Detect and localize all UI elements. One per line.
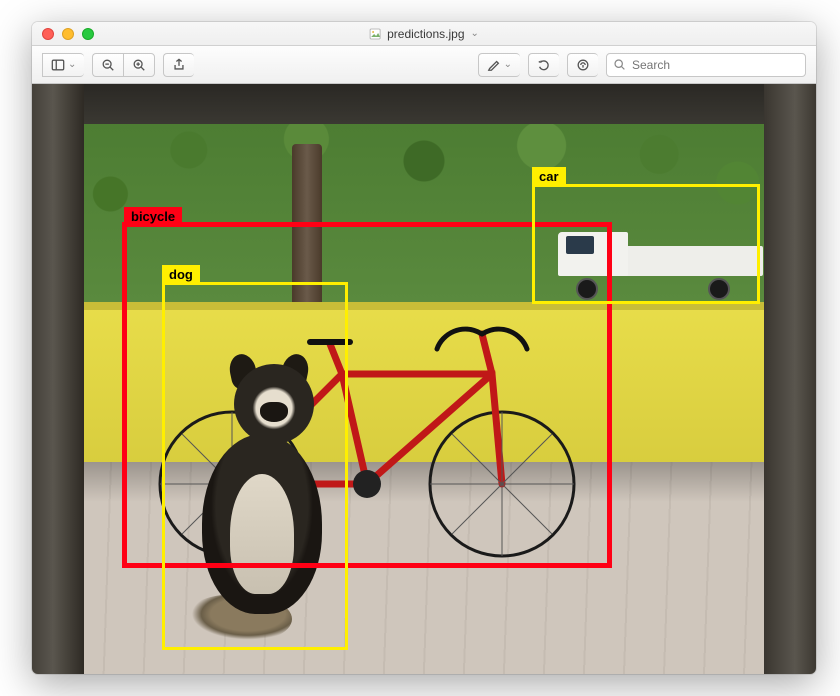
zoom-group [92,53,155,77]
chevron-down-icon: ⌄ [504,59,512,70]
markup-icon [576,58,590,72]
zoom-out-button[interactable] [92,53,123,77]
file-icon [369,28,381,40]
view-mode-group: ⌄ [42,53,84,77]
maximize-button[interactable] [82,28,94,40]
titlebar: predictions.jpg ⌄ [32,22,816,46]
image-viewport[interactable]: bicycle car dog [32,84,816,674]
image-content: bicycle car dog [32,84,816,674]
close-button[interactable] [42,28,54,40]
zoom-in-icon [132,58,146,72]
sidebar-toggle-button[interactable]: ⌄ [42,53,84,77]
highlight-icon [487,58,501,72]
share-icon [172,58,186,72]
rotate-button[interactable] [528,53,559,77]
chevron-down-icon: ⌄ [68,59,76,70]
highlight-button[interactable]: ⌄ [478,53,520,77]
search-input[interactable] [632,58,799,72]
detected-dog [182,354,352,644]
filename-label: predictions.jpg [387,27,464,41]
preview-window: predictions.jpg ⌄ ⌄ ⌄ [32,22,816,674]
title-dropdown-icon[interactable]: ⌄ [471,28,479,39]
zoom-in-button[interactable] [123,53,155,77]
search-field[interactable] [606,53,806,77]
rotate-icon [537,58,551,72]
minimize-button[interactable] [62,28,74,40]
sidebar-icon [51,58,65,72]
share-button[interactable] [163,53,194,77]
zoom-out-icon [101,58,115,72]
search-icon [613,58,626,71]
share-group [163,53,194,77]
window-controls [42,28,94,40]
markup-button[interactable] [567,53,598,77]
toolbar: ⌄ ⌄ [32,46,816,84]
detected-car [558,220,768,300]
window-title: predictions.jpg ⌄ [369,27,479,41]
